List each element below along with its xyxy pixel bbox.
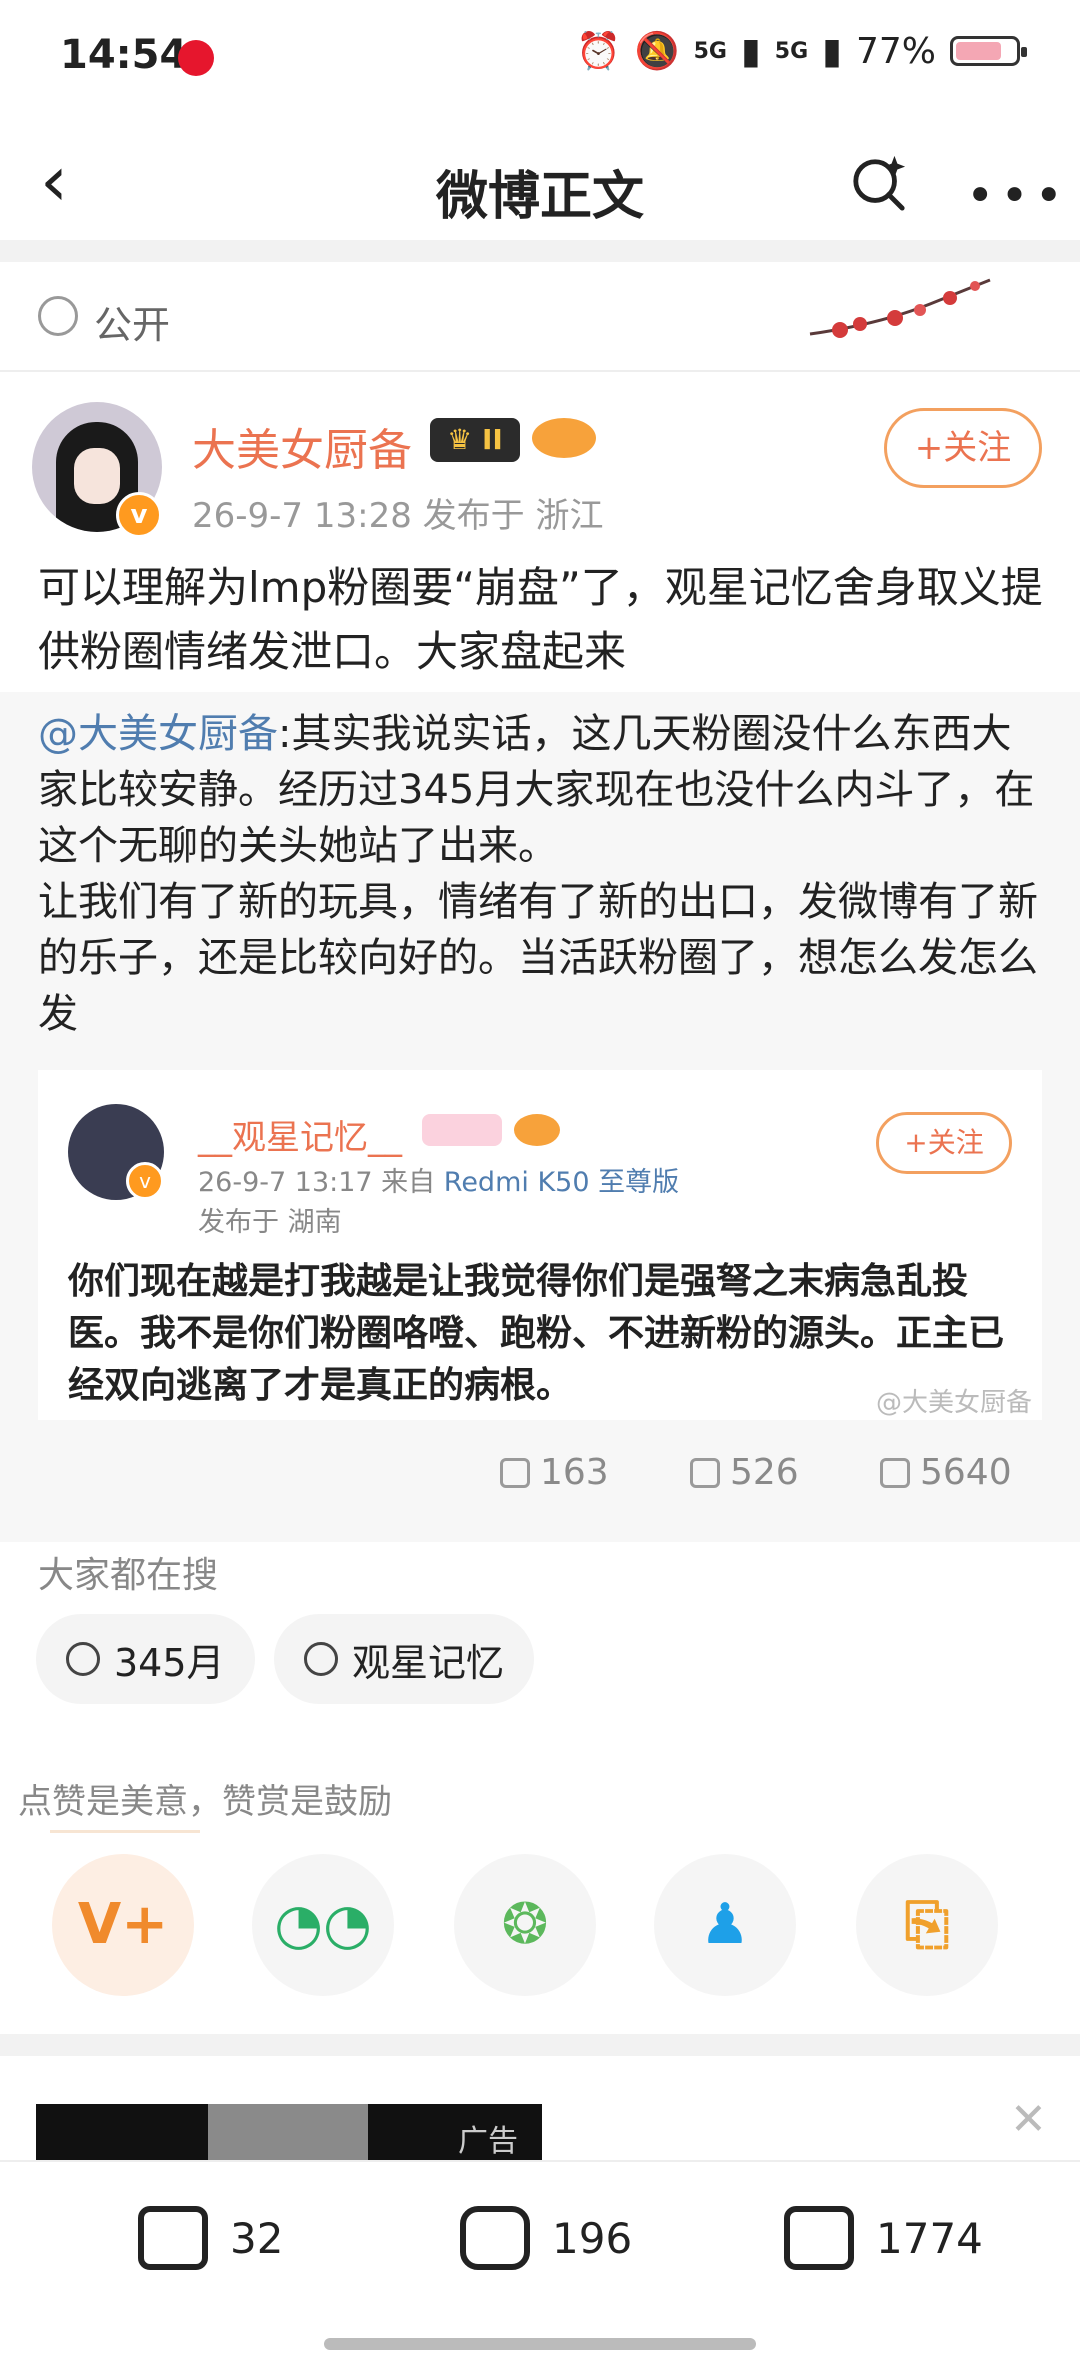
member-badge-icon: [422, 1114, 502, 1146]
battery-percent: 77%: [855, 30, 936, 72]
like-count: 5640: [920, 1452, 1012, 1493]
bottom-like-count: 1774: [876, 2213, 983, 2263]
weibo-v-plus-icon: V+: [77, 1892, 169, 1957]
repost-count: 163: [540, 1452, 609, 1493]
comment-count-button[interactable]: 526: [690, 1452, 799, 1493]
thumbs-up-icon: [880, 1457, 910, 1488]
signal-5g-1: 5G: [693, 38, 727, 64]
watermark: @大美女厨备: [875, 1388, 1032, 1418]
thumbs-up-icon: [784, 2206, 854, 2270]
wechat-button[interactable]: ◔◔: [252, 1854, 394, 1996]
fish-badge-icon: [532, 418, 596, 458]
post-text: 可以理解为lmp粉圈要“崩盘”了，观星记忆舍身取义提供粉圈情绪发泄口。大家盘起来: [38, 563, 1043, 676]
chip-label: 345月: [114, 1640, 225, 1685]
vip-level: II: [482, 423, 503, 456]
globe-icon: [38, 296, 78, 336]
save-image-button[interactable]: ⎘: [856, 1854, 998, 1996]
comment-count: 526: [730, 1452, 799, 1493]
page-title: 微博正文: [435, 167, 644, 227]
weibo-v-plus-button[interactable]: V+: [52, 1854, 194, 1996]
mute-icon: 🔕: [634, 31, 680, 72]
weibo-notification-icon: [178, 40, 214, 76]
close-icon[interactable]: ✕: [1010, 2094, 1047, 2145]
comment-button[interactable]: 196: [460, 2206, 632, 2270]
reward-tip: 点赞是美意，赞赏是鼓励: [18, 1782, 392, 1822]
search-sparkle-icon[interactable]: [850, 154, 908, 212]
signal-bars-icon: ▮: [740, 30, 761, 72]
ad-label: 广告: [458, 2124, 518, 2159]
visibility-label: 公开: [94, 303, 171, 347]
repost-count-button[interactable]: 163: [500, 1452, 609, 1493]
status-time: 14:54: [60, 32, 188, 78]
vip-crown-badge: ♛ II: [430, 418, 520, 462]
bottom-repost-count: 32: [230, 2213, 284, 2263]
more-dots-icon[interactable]: •••: [966, 172, 1069, 220]
moments-button[interactable]: ❂: [454, 1854, 596, 1996]
post-meta: 26-9-7 13:28 发布于 浙江: [192, 496, 604, 536]
repost-body: :其实我说实话，这几天粉圈没什么东西大家比较安静。经历过345月大家现在也没什么…: [38, 711, 1038, 1037]
repost-block[interactable]: @大美女厨备:其实我说实话，这几天粉圈没什么东西大家比较安静。经历过345月大家…: [0, 692, 1080, 1542]
repost-text: @大美女厨备:其实我说实话，这几天粉圈没什么东西大家比较安静。经历过345月大家…: [38, 706, 1048, 1042]
ad-image: [208, 2104, 368, 2168]
moments-icon: ❂: [501, 1892, 549, 1957]
verified-badge-icon: v: [116, 492, 162, 538]
qq-icon: ♟: [699, 1892, 751, 1957]
top-nav: ‹ 微博正文 •••: [0, 120, 1080, 240]
like-count-button[interactable]: 5640: [880, 1452, 1012, 1493]
follow-button[interactable]: +关注: [884, 408, 1042, 488]
signal-5g-2: 5G: [774, 38, 809, 64]
divider: [0, 370, 1080, 372]
section-separator: [0, 2034, 1080, 2056]
wechat-icon: ◔◔: [274, 1892, 372, 1957]
visibility-row: 公开: [0, 260, 1080, 370]
hot-search-chip[interactable]: 345月: [36, 1614, 255, 1704]
status-right: ⏰ 🔕 5G ▮ 5G ▮ 77%: [575, 30, 1027, 72]
save-image-icon: ⎘: [904, 1892, 950, 1957]
share-icon: [500, 1457, 530, 1488]
quoted-device: Redmi K50 至尊版: [443, 1167, 680, 1198]
plum-blossom-decoration: [809, 278, 991, 338]
quoted-follow-button[interactable]: +关注: [876, 1112, 1012, 1174]
battery-icon: [950, 36, 1027, 66]
hot-search-title: 大家都在搜: [38, 1555, 219, 1596]
hot-search-chip[interactable]: 观星记忆: [274, 1614, 535, 1704]
search-icon: [66, 1642, 100, 1676]
author-name[interactable]: 大美女厨备: [192, 414, 412, 478]
chip-label: 观星记忆: [352, 1640, 505, 1685]
quoted-post-card[interactable]: v __观星记忆__ 26-9-7 13:17 来自 Redmi K50 至尊版…: [38, 1070, 1042, 1420]
comment-icon: [690, 1457, 720, 1488]
repost-stats: 163 526 5640: [0, 1452, 1080, 1512]
like-button[interactable]: 1774: [784, 2206, 983, 2270]
repost-button[interactable]: 32: [138, 2206, 283, 2270]
home-indicator[interactable]: [324, 2338, 756, 2350]
ad-banner[interactable]: 广告: [36, 2104, 542, 2168]
qq-button[interactable]: ♟: [654, 1854, 796, 1996]
tip-underline: [50, 1830, 200, 1833]
quoted-author-name[interactable]: __观星记忆__: [198, 1110, 402, 1159]
fish-badge-icon: [514, 1114, 560, 1146]
quoted-meta: 26-9-7 13:17 来自 Redmi K50 至尊版: [198, 1160, 679, 1199]
share-icon: [138, 2206, 208, 2270]
verified-badge-icon: v: [126, 1162, 164, 1200]
section-separator: [0, 240, 1080, 262]
mention-link[interactable]: @大美女厨备: [38, 711, 278, 757]
signal-bars-icon: ▮: [822, 30, 842, 72]
bottom-comment-count: 196: [552, 2213, 633, 2263]
comment-icon: [460, 2206, 530, 2270]
search-icon: [304, 1642, 338, 1676]
quoted-location: 发布于 湖南: [198, 1207, 342, 1238]
quoted-date: 26-9-7 13:17 来自: [198, 1167, 444, 1198]
status-bar: 14:54 ⏰ 🔕 5G ▮ 5G ▮ 77%: [0, 0, 1080, 120]
alarm-icon: ⏰: [575, 31, 621, 72]
